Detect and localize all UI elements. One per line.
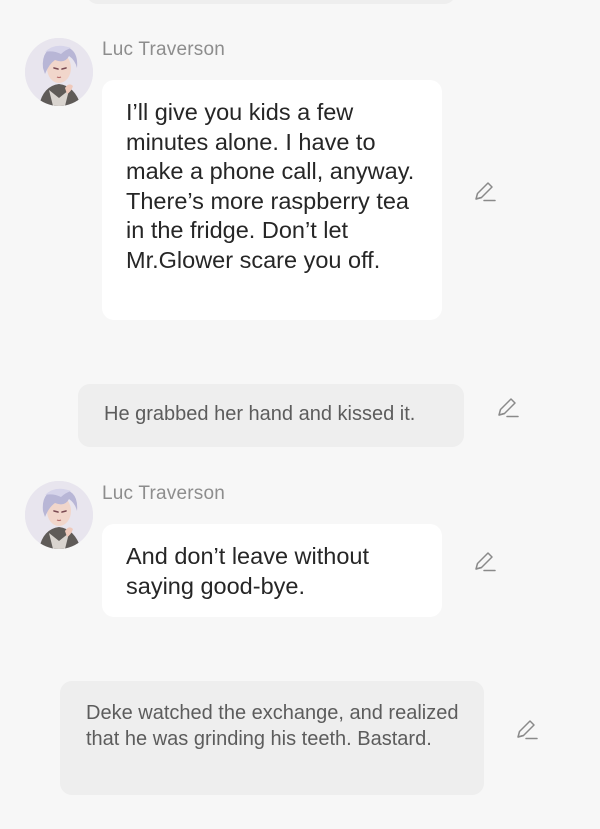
edit-message-button[interactable]: [472, 549, 498, 575]
chat-story-view: Luc Traverson I’ll give you kids a few m…: [0, 0, 600, 829]
speaker-name: Luc Traverson: [102, 39, 225, 60]
character-portrait-icon: [25, 481, 93, 549]
edit-message-button[interactable]: [472, 179, 498, 205]
narration-bubble: He grabbed her hand and kissed it.: [78, 384, 464, 447]
pencil-edit-icon: [498, 398, 519, 418]
avatar: [25, 481, 93, 549]
character-portrait-icon: [25, 38, 93, 106]
dialogue-bubble: And don’t leave without saying good-bye.: [102, 524, 442, 617]
speaker-name: Luc Traverson: [102, 483, 225, 504]
pencil-edit-icon: [475, 552, 496, 572]
edit-message-button[interactable]: [495, 395, 521, 421]
pencil-edit-icon: [475, 182, 496, 202]
edit-message-button[interactable]: [514, 717, 540, 743]
pencil-edit-icon: [517, 720, 538, 740]
narration-bubble: Deke watched the exchange, and realized …: [60, 681, 484, 795]
dialogue-bubble: I’ll give you kids a few minutes alone. …: [102, 80, 442, 320]
previous-message-bubble-edge: [86, 0, 456, 4]
avatar: [25, 38, 93, 106]
